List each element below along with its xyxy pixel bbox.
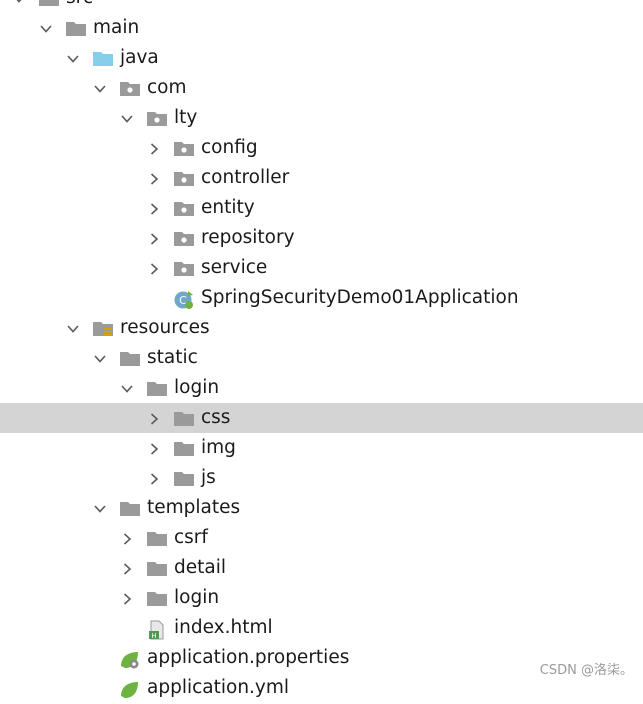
tree-item-label: java xyxy=(120,47,159,68)
html-file-icon: H xyxy=(146,620,168,640)
source-folder-icon xyxy=(92,50,114,67)
package-icon xyxy=(173,170,195,187)
tree-item-label: com xyxy=(147,77,187,98)
tree-item-label: css xyxy=(201,407,231,428)
tree-item[interactable]: detail xyxy=(0,553,643,583)
tree-item-label: login xyxy=(174,377,220,398)
chevron-down-icon[interactable] xyxy=(66,321,80,335)
tree-item-label: templates xyxy=(147,497,241,518)
package-icon xyxy=(146,110,168,127)
resources-folder-icon xyxy=(92,320,114,337)
tree-item-label: csrf xyxy=(174,527,208,548)
chevron-right-icon[interactable] xyxy=(147,441,161,455)
chevron-right-icon[interactable] xyxy=(147,471,161,485)
package-icon xyxy=(173,260,195,277)
tree-item-label: resources xyxy=(120,317,210,338)
tree-item[interactable]: img xyxy=(0,433,643,463)
project-tree: srcmain java com ltyconfig controller entity r… xyxy=(0,0,643,703)
tree-item[interactable]: csrf xyxy=(0,523,643,553)
tree-item-label: lty xyxy=(174,107,198,128)
tree-item[interactable]: C SpringSecurityDemo01Application xyxy=(0,283,643,313)
tree-item-label: detail xyxy=(174,557,226,578)
chevron-right-icon[interactable] xyxy=(120,591,134,605)
package-icon xyxy=(173,200,195,217)
chevron-right-icon[interactable] xyxy=(147,261,161,275)
chevron-right-icon[interactable] xyxy=(120,561,134,575)
folder-icon xyxy=(146,560,168,577)
tree-item[interactable]: resources xyxy=(0,313,643,343)
tree-item[interactable]: js xyxy=(0,463,643,493)
package-icon xyxy=(173,140,195,157)
tree-item[interactable]: java xyxy=(0,43,643,73)
tree-item-label: service xyxy=(201,257,268,278)
tree-item[interactable]: login xyxy=(0,583,643,613)
folder-icon xyxy=(146,530,168,547)
tree-item-label: src xyxy=(66,0,93,9)
spring-boot-class-icon: C xyxy=(173,290,195,309)
folder-icon xyxy=(38,0,60,7)
tree-item-label: login xyxy=(174,587,220,608)
tree-item[interactable]: lty xyxy=(0,103,643,133)
tree-item-label: controller xyxy=(201,167,290,188)
folder-icon xyxy=(146,380,168,397)
tree-item-label: img xyxy=(201,437,236,458)
tree-item-label: js xyxy=(201,467,216,488)
chevron-down-icon[interactable] xyxy=(93,81,107,95)
package-icon xyxy=(173,230,195,247)
folder-icon xyxy=(173,470,195,487)
chevron-right-icon[interactable] xyxy=(147,201,161,215)
folder-icon xyxy=(173,410,195,427)
tree-item[interactable]: com xyxy=(0,73,643,103)
tree-item-label: application.yml xyxy=(147,677,290,698)
tree-item-label: SpringSecurityDemo01Application xyxy=(201,287,519,308)
tree-item[interactable]: entity xyxy=(0,193,643,223)
tree-item[interactable]: static xyxy=(0,343,643,373)
chevron-down-icon[interactable] xyxy=(39,21,53,35)
tree-item-label: config xyxy=(201,137,258,158)
tree-item[interactable]: css xyxy=(0,403,643,433)
tree-item-label: index.html xyxy=(174,617,273,638)
chevron-down-icon[interactable] xyxy=(12,0,26,5)
tree-item[interactable]: repository xyxy=(0,223,643,253)
tree-item[interactable]: service xyxy=(0,253,643,283)
tree-item-label: repository xyxy=(201,227,295,248)
tree-item-label: application.properties xyxy=(147,647,350,668)
watermark: CSDN @洛柒。 xyxy=(539,663,633,678)
chevron-right-icon[interactable] xyxy=(147,141,161,155)
tree-item-label: main xyxy=(93,17,140,38)
svg-text:H: H xyxy=(151,632,156,640)
tree-item[interactable]: src xyxy=(0,0,643,13)
chevron-right-icon[interactable] xyxy=(147,171,161,185)
tree-item[interactable]: main xyxy=(0,13,643,43)
folder-icon xyxy=(173,440,195,457)
tree-item[interactable]: config xyxy=(0,133,643,163)
chevron-down-icon[interactable] xyxy=(66,51,80,65)
folder-icon xyxy=(65,20,87,37)
spring-yml-icon xyxy=(119,680,141,698)
chevron-down-icon[interactable] xyxy=(120,381,134,395)
chevron-down-icon[interactable] xyxy=(93,501,107,515)
tree-item[interactable]: templates xyxy=(0,493,643,523)
chevron-right-icon[interactable] xyxy=(120,531,134,545)
package-icon xyxy=(119,80,141,97)
folder-icon xyxy=(119,350,141,367)
chevron-right-icon[interactable] xyxy=(147,231,161,245)
tree-item-label: static xyxy=(147,347,198,368)
tree-item[interactable]: login xyxy=(0,373,643,403)
tree-item[interactable]: controller xyxy=(0,163,643,193)
tree-item-label: entity xyxy=(201,197,255,218)
chevron-right-icon[interactable] xyxy=(147,411,161,425)
folder-icon xyxy=(119,500,141,517)
spring-properties-icon xyxy=(119,650,141,669)
chevron-down-icon[interactable] xyxy=(120,111,134,125)
tree-item[interactable]: Hindex.html xyxy=(0,613,643,643)
folder-icon xyxy=(146,590,168,607)
chevron-down-icon[interactable] xyxy=(93,351,107,365)
